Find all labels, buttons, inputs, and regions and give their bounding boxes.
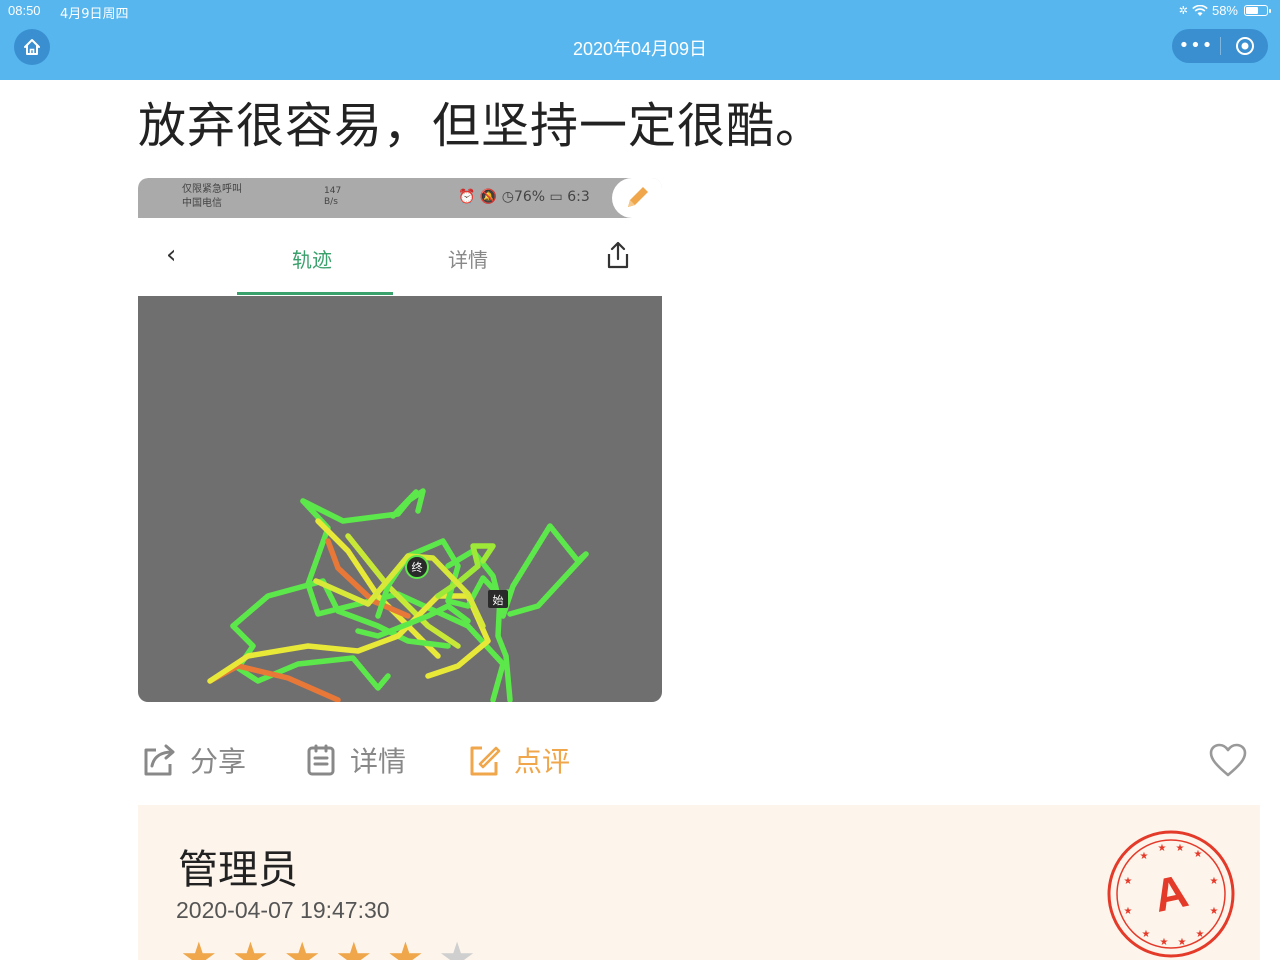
edit-icon (470, 746, 501, 776)
review-action[interactable]: 点评 (466, 740, 570, 780)
document-icon (307, 744, 335, 776)
comment-card: 管理员 2020-04-07 19:47:30 ★ ★ ★ ★ ★ ★ ★ ★ ★ ★ ★ ★ ★… (138, 805, 1260, 960)
route-map: 终 始 (138, 296, 662, 702)
status-time: 08:50 (8, 3, 41, 18)
svg-text:★: ★ (1142, 929, 1151, 940)
status-indicators: ✲ 58% (1178, 3, 1271, 18)
svg-text:★: ★ (1124, 906, 1133, 917)
detail-action[interactable]: 详情 (304, 740, 406, 780)
embedded-carrier-line1: 仅限紧急呼叫 (182, 184, 242, 195)
embedded-status-bar: 仅限紧急呼叫 中国电信 147 B/s ⏰ 🔕 ◷76% ▭ 6:3 (138, 178, 662, 218)
rating-stars: ★ ★ ★ ★ ★ ★ (180, 937, 476, 960)
svg-text:★: ★ (1176, 843, 1185, 854)
svg-text:★: ★ (1196, 929, 1205, 940)
page-title: 2020年04月09日 (572, 39, 708, 59)
target-icon (1235, 37, 1254, 55)
net-speed-unit: B/s (324, 197, 338, 207)
embedded-back-icon: ‹ (166, 240, 177, 270)
rating-star: ★ (180, 933, 218, 960)
stamp-letter: A (1149, 864, 1192, 922)
svg-text:★: ★ (1158, 843, 1167, 854)
share-action[interactable]: 分享 (140, 740, 246, 780)
top-navigation-bar: 08:50 4月9日周四 ✲ 58% 2020年04月09日 ••• (0, 0, 1280, 80)
svg-text:★: ★ (1194, 849, 1203, 860)
embedded-tab-bar: ‹ 轨迹 详情 (138, 218, 662, 296)
embedded-tab-detail: 详情 (448, 248, 488, 272)
rating-star: ★ (231, 933, 270, 960)
svg-text:★: ★ (1140, 851, 1149, 862)
wifi-icon (1192, 4, 1208, 16)
heart-icon[interactable] (1208, 742, 1248, 778)
grade-stamp: ★ ★ ★ ★ ★ ★ ★ ★ ★ ★ ★ ★ A (1107, 830, 1235, 958)
comment-author: 管理员 (178, 847, 298, 893)
close-mini-program-button[interactable] (1221, 36, 1268, 56)
route-start-label: 始 (493, 593, 504, 607)
svg-text:★: ★ (1178, 937, 1187, 948)
embedded-tab-track: 轨迹 (292, 248, 332, 272)
pencil-icon (628, 187, 648, 207)
detail-label: 详情 (350, 745, 407, 778)
svg-text:★: ★ (1210, 876, 1219, 887)
embedded-status-icons: ⏰ 🔕 ◷76% ▭ 6:3 (458, 189, 590, 205)
embedded-net-speed: 147 B/s (324, 186, 341, 208)
edit-pencil-button[interactable] (612, 178, 662, 218)
embedded-carrier: 仅限紧急呼叫 中国电信 (182, 183, 242, 211)
review-label: 点评 (514, 745, 571, 778)
embedded-tab-indicator (237, 292, 393, 295)
mini-program-capsule: ••• (1172, 29, 1268, 63)
post-headline: 放弃很容易，但坚持一定很酷。 (138, 98, 825, 154)
battery-icon (1244, 5, 1271, 16)
route-end-label: 终 (412, 560, 423, 574)
share-label: 分享 (190, 745, 247, 778)
rating-star: ★ (386, 933, 425, 960)
rating-star: ★ (334, 933, 373, 960)
share-icon (144, 744, 175, 776)
rating-star: ★ (283, 933, 321, 960)
brightness-icon: ✲ (1178, 5, 1188, 17)
route-track: 终 始 (207, 488, 589, 702)
more-options-button[interactable]: ••• (1172, 29, 1220, 63)
svg-text:★: ★ (1160, 937, 1169, 948)
route-screenshot-image[interactable]: 仅限紧急呼叫 中国电信 147 B/s ⏰ 🔕 ◷76% ▭ 6:3 ‹ 轨迹 … (138, 178, 662, 702)
net-speed-value: 147 (324, 186, 342, 196)
status-date: 4月9日周四 (60, 7, 129, 22)
embedded-share-icon (607, 241, 629, 269)
comment-timestamp: 2020-04-07 19:47:30 (176, 897, 390, 923)
rating-star: ★ (438, 933, 476, 960)
battery-percent: 58% (1211, 3, 1238, 18)
embedded-carrier-line2: 中国电信 (182, 198, 222, 209)
svg-text:★: ★ (1124, 876, 1133, 887)
svg-text:★: ★ (1210, 906, 1219, 917)
